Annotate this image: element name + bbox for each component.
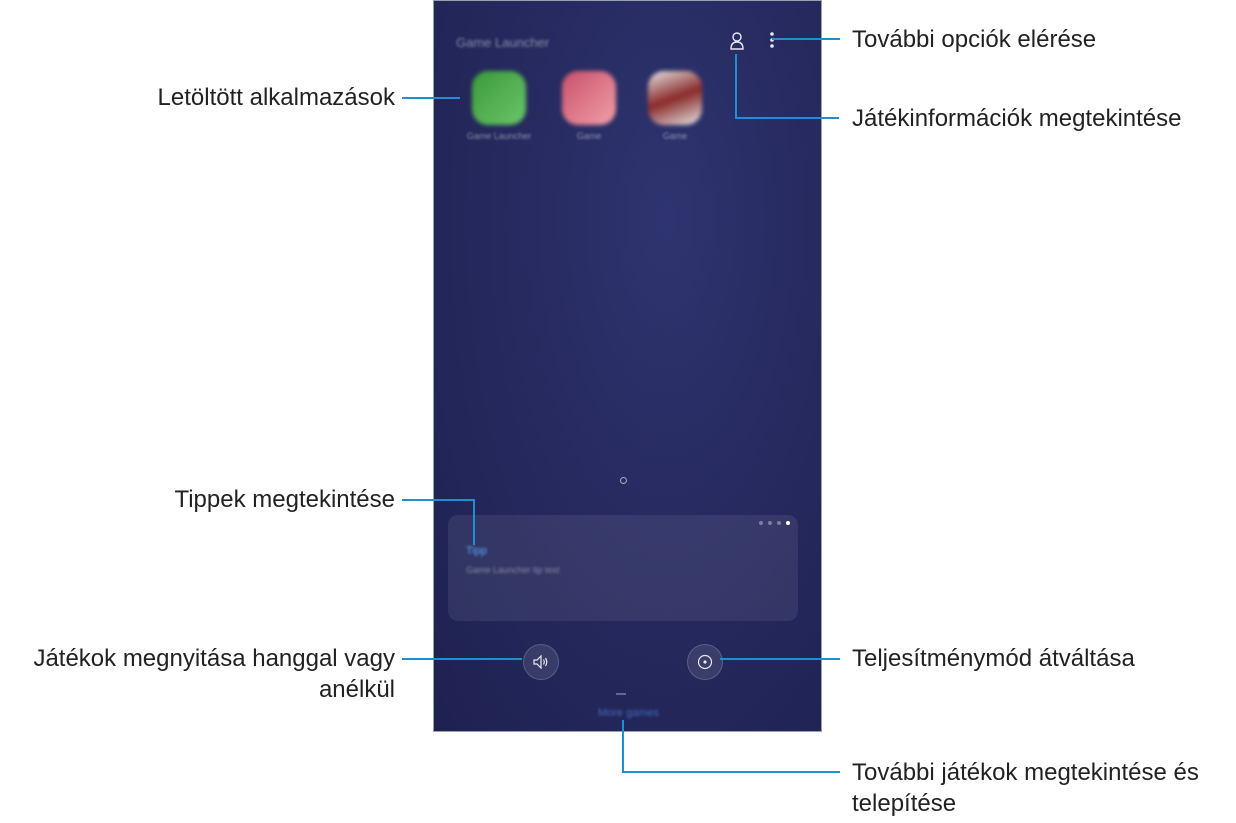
tip-title: Tipp <box>466 545 487 557</box>
callout-line-more-games-h <box>622 771 840 773</box>
callout-line-game-info-v <box>735 54 737 118</box>
callout-line-tips-h <box>402 499 475 501</box>
app-icon <box>562 71 616 125</box>
app-label: Game Launcher <box>466 131 532 141</box>
sound-toggle-button[interactable] <box>523 644 559 680</box>
callout-line-sound <box>402 658 522 660</box>
tip-card[interactable]: Tipp Game Launcher tip text <box>448 515 798 621</box>
tip-text: Game Launcher tip text <box>466 565 560 575</box>
callout-line-downloaded-apps <box>402 97 460 99</box>
callout-more-games-line2: telepítése <box>852 790 957 817</box>
bottom-handle[interactable] <box>616 693 626 695</box>
callout-line-tips-v <box>473 499 475 545</box>
app-title: Game Launcher <box>456 35 550 50</box>
gauge-icon <box>697 654 713 670</box>
callout-line-game-info-h <box>735 117 839 119</box>
callout-line-performance <box>720 658 840 660</box>
callout-more-options: További opciók elérése <box>852 26 1097 53</box>
app-item-3[interactable]: Game <box>630 71 720 142</box>
app-icon <box>648 71 702 125</box>
callout-sound-line1: Játékok megnyitása hanggal vagy <box>33 645 395 672</box>
callout-downloaded-apps: Letöltött alkalmazások <box>157 84 395 111</box>
page-indicator <box>620 477 627 484</box>
callout-line-more-games-v <box>622 720 624 772</box>
callout-game-info: Játékinformációk megtekintése <box>852 105 1182 132</box>
app-item-1[interactable]: Game Launcher <box>454 71 544 142</box>
tip-page-dots <box>759 521 790 525</box>
callout-tips: Tippek megtekintése <box>174 486 395 513</box>
app-item-2[interactable]: Game <box>544 71 634 142</box>
callout-performance: Teljesítménymód átváltása <box>852 645 1135 672</box>
callout-line-more-options <box>772 38 840 40</box>
app-icon <box>472 71 526 125</box>
more-games-link[interactable]: More games <box>434 707 821 719</box>
callout-more-games-line1: További játékok megtekintése és <box>852 759 1199 786</box>
performance-mode-button[interactable] <box>687 644 723 680</box>
more-options-icon[interactable] <box>769 31 775 54</box>
app-label: Game <box>576 131 602 141</box>
speaker-icon <box>533 655 548 669</box>
callout-sound-line2: anélkül <box>318 676 395 703</box>
profile-icon[interactable] <box>730 31 744 56</box>
app-label: Game <box>662 131 688 141</box>
phone-screen: Game Launcher Game Launcher Game Game Ti… <box>433 0 822 732</box>
